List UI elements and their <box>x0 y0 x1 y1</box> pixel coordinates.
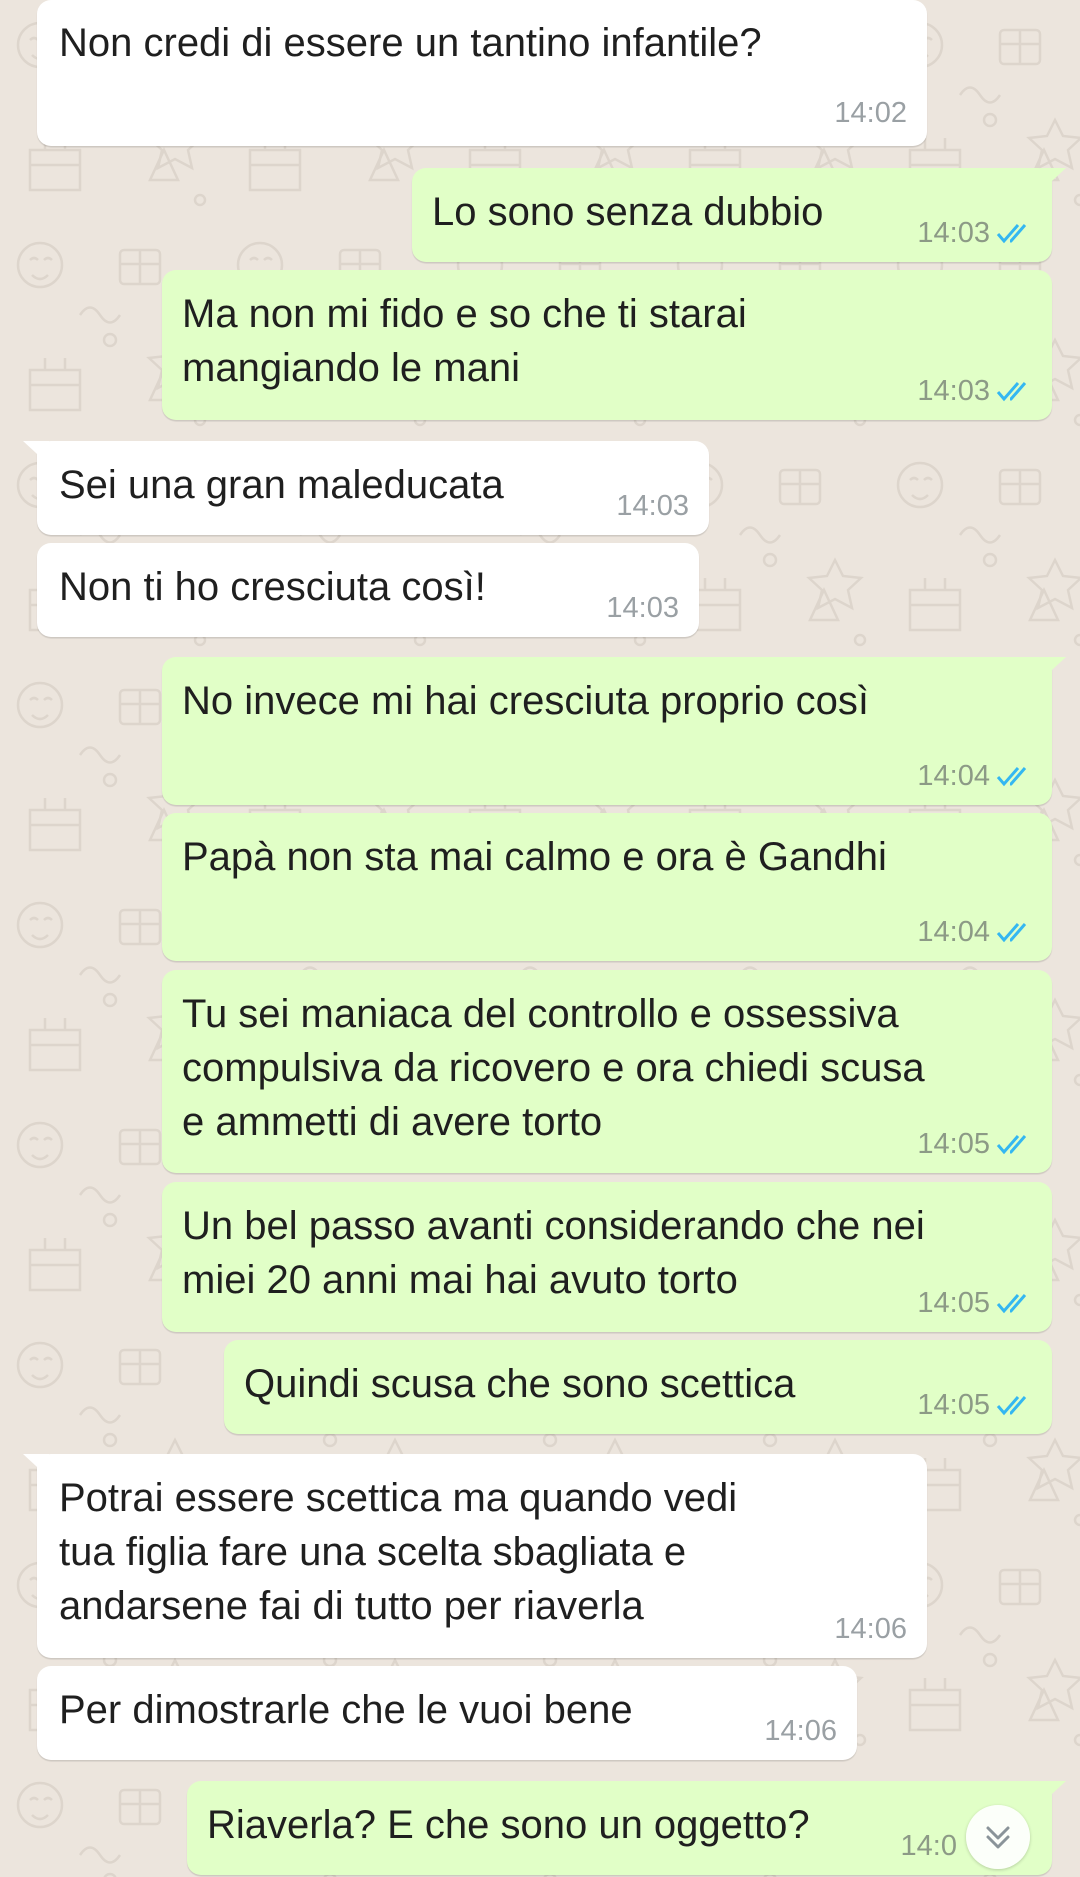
message-text: Lo sono senza dubbio <box>432 190 824 234</box>
message-text: Non credi di essere un tantino infantile… <box>59 21 762 65</box>
message-bubble-incoming[interactable]: Non credi di essere un tantino infantile… <box>37 0 927 146</box>
bubble-tail <box>23 441 49 465</box>
message-bubble-outgoing[interactable]: Tu sei maniaca del controllo e ossessiva… <box>162 970 1052 1173</box>
message-text: e ammetti di avere torto <box>182 1100 603 1144</box>
message-time: 14:04 <box>917 760 990 792</box>
message-bubble-incoming[interactable]: Sei una gran maleducata 14:03 <box>23 441 709 535</box>
message-bubble-outgoing[interactable]: Un bel passo avanti considerando che nei… <box>162 1182 1052 1332</box>
message-text: Tu sei maniaca del controllo e ossessiva <box>182 992 899 1036</box>
message-bubble-outgoing[interactable]: No invece mi hai cresciuta proprio così … <box>162 657 1066 805</box>
message-text: Riaverla? E che sono un oggetto? <box>207 1803 810 1847</box>
double-chevron-down-icon <box>986 1826 1010 1849</box>
message-time: 14:05 <box>917 1389 990 1421</box>
scroll-to-bottom-button[interactable] <box>966 1805 1030 1869</box>
message-time: 14:05 <box>917 1287 990 1319</box>
message-text: miei 20 anni mai hai avuto torto <box>182 1258 738 1302</box>
message-bubble-incoming[interactable]: Per dimostrarle che le vuoi bene 14:06 <box>37 1666 857 1760</box>
message-time: 14:03 <box>606 592 679 624</box>
message-text: Papà non sta mai calmo e ora è Gandhi <box>182 835 887 879</box>
message-time: 14:03 <box>917 217 990 249</box>
message-text: mangiando le mani <box>182 346 520 390</box>
read-ticks-icon <box>996 1396 1027 1416</box>
message-text: Per dimostrarle che le vuoi bene <box>59 1688 633 1732</box>
message-bubble-outgoing[interactable]: Papà non sta mai calmo e ora è Gandhi 14… <box>162 813 1052 961</box>
message-text: andarsene fai di tutto per riaverla <box>59 1584 644 1628</box>
message-time: 14:04 <box>917 916 990 948</box>
read-ticks-icon <box>996 382 1027 402</box>
read-ticks-icon <box>996 224 1027 244</box>
bubble-tail <box>1040 657 1066 681</box>
message-time: 14:03 <box>616 490 689 522</box>
message-time: 14:06 <box>834 1613 907 1645</box>
message-bubble-outgoing[interactable]: Quindi scusa che sono scettica 14:05 <box>224 1340 1052 1434</box>
message-text: Potrai essere scettica ma quando vedi <box>59 1476 738 1520</box>
message-time: 14:0 <box>900 1830 957 1862</box>
message-text: Un bel passo avanti considerando che nei <box>182 1204 925 1248</box>
bubble-tail <box>1040 168 1066 192</box>
message-time: 14:03 <box>917 375 990 407</box>
message-time: 14:06 <box>764 1715 837 1747</box>
message-text: compulsiva da ricovero e ora chiedi scus… <box>182 1046 925 1090</box>
message-bubble-outgoing[interactable]: Lo sono senza dubbio 14:03 <box>412 168 1066 262</box>
message-text: Quindi scusa che sono scettica <box>244 1362 796 1406</box>
bubble-tail <box>23 1454 49 1478</box>
read-ticks-icon <box>996 767 1027 787</box>
message-text: No invece mi hai cresciuta proprio così <box>182 679 869 723</box>
message-text: tua figlia fare una scelta sbagliata e <box>59 1530 687 1574</box>
message-text: Ma non mi fido e so che ti starai <box>182 292 747 336</box>
message-bubble-outgoing[interactable]: Ma non mi fido e so che ti starai mangia… <box>162 270 1052 420</box>
message-bubble-outgoing[interactable]: Riaverla? E che sono un oggetto? 14:0 <box>187 1781 1066 1875</box>
message-text: Sei una gran maleducata <box>59 463 504 507</box>
message-time: 14:02 <box>834 97 907 129</box>
read-ticks-icon <box>996 923 1027 943</box>
message-bubble-incoming[interactable]: Non ti ho cresciuta così! 14:03 <box>37 543 699 637</box>
message-time: 14:05 <box>917 1128 990 1160</box>
bubble-tail <box>1040 1781 1066 1805</box>
message-text: Non ti ho cresciuta così! <box>59 565 486 609</box>
message-bubble-incoming[interactable]: Potrai essere scettica ma quando vedi tu… <box>23 1454 927 1658</box>
read-ticks-icon <box>996 1294 1027 1314</box>
read-ticks-icon <box>996 1135 1027 1155</box>
